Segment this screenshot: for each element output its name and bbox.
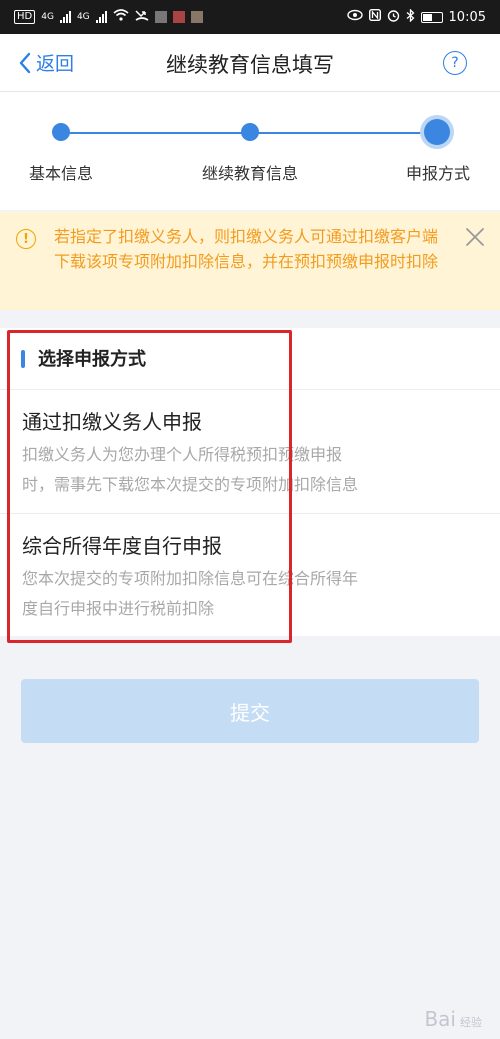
status-bar: HD 4G 4G 10:05: [0, 0, 500, 34]
blurred-notification-icon: [154, 11, 167, 23]
step-label-basic-info: 基本信息: [28, 164, 94, 183]
option-title: 综合所得年度自行申报: [22, 534, 222, 558]
status-bar-right: 10:05: [346, 7, 486, 26]
option-withholding-agent[interactable]: 通过扣缴义务人申报 扣缴义务人为您办理个人所得税预扣预缴申报 时，需事先下载您本…: [0, 390, 500, 514]
option-description: 扣缴义务人为您办理个人所得税预扣预缴申报 时，需事先下载您本次提交的专项附加扣除…: [22, 440, 412, 500]
step-label-education-info: 继续教育信息: [201, 164, 299, 183]
step-dot-declaration-method: [424, 119, 450, 145]
blurred-notification-icon-2: [172, 11, 185, 23]
network-type-2: 4G: [76, 12, 90, 22]
wifi-icon: [113, 9, 129, 25]
watermark-text: Bai: [424, 1007, 456, 1031]
warning-icon: !: [16, 229, 36, 249]
option-description: 您本次提交的专项附加扣除信息可在综合所得年 度自行申报中进行税前扣除: [22, 564, 412, 624]
nfc-icon: [368, 8, 381, 25]
hd-badge: HD: [14, 10, 36, 24]
bluetooth-icon: [406, 7, 415, 26]
notice-banner: ! 若指定了扣缴义务人，则扣缴义务人可通过扣缴客户端下载该项专项附加扣除信息，并…: [0, 212, 500, 310]
step-label-declaration-method: 申报方式: [405, 164, 471, 183]
status-bar-left: HD 4G 4G: [14, 9, 203, 25]
option-title: 通过扣缴义务人申报: [22, 410, 202, 434]
nav-bar: 返回 继续教育信息填写 ?: [0, 34, 500, 92]
submit-button[interactable]: 提交: [21, 679, 479, 743]
signal-icon-2: [95, 11, 107, 23]
notice-text: 若指定了扣缴义务人，则扣缴义务人可通过扣缴客户端下载该项专项附加扣除信息，并在预…: [54, 227, 439, 271]
blurred-notification-icon-3: [190, 11, 203, 23]
option-description-line: 您本次提交的专项附加扣除信息可在综合所得年: [22, 569, 359, 588]
section-header: 选择申报方式: [0, 328, 500, 390]
help-icon[interactable]: ?: [443, 51, 467, 75]
network-type-1: 4G: [41, 12, 54, 22]
battery-icon: [420, 11, 443, 23]
status-time: 10:05: [448, 9, 486, 25]
eye-comfort-icon: [346, 9, 363, 25]
option-description-line: 时，需事先下载您本次提交的专项附加扣除信息: [22, 475, 359, 494]
missed-call-icon: [135, 9, 149, 25]
alarm-icon: [387, 9, 400, 26]
declaration-method-card: 选择申报方式 通过扣缴义务人申报 扣缴义务人为您办理个人所得税预扣预缴申报 时，…: [0, 328, 500, 636]
signal-icon: [59, 11, 71, 23]
watermark-sub: 经验: [460, 1016, 482, 1029]
option-description-line: 扣缴义务人为您办理个人所得税预扣预缴申报: [22, 445, 343, 464]
step-dot-basic-info: [52, 123, 70, 141]
option-description-line: 度自行申报中进行税前扣除: [22, 599, 215, 618]
watermark: Bai 经验: [424, 1007, 482, 1031]
option-self-declaration[interactable]: 综合所得年度自行申报 您本次提交的专项附加扣除信息可在综合所得年 度自行申报中进…: [0, 514, 500, 636]
close-icon[interactable]: [464, 226, 486, 248]
step-dot-education-info: [241, 123, 259, 141]
progress-steps: 基本信息 继续教育信息 申报方式: [0, 92, 500, 210]
page-title: 继续教育信息填写: [166, 53, 334, 77]
section-accent-bar: [21, 350, 25, 368]
section-title: 选择申报方式: [38, 349, 146, 370]
